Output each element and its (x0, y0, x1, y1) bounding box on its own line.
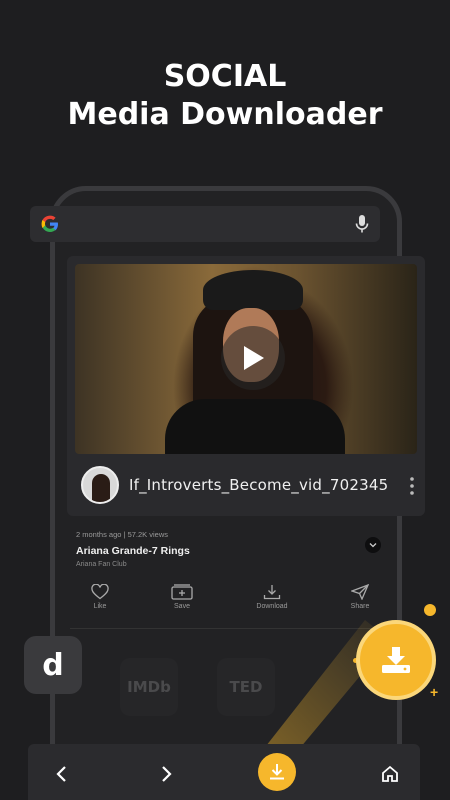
download-icon (270, 764, 284, 780)
floating-download-button[interactable] (356, 620, 436, 700)
share-label: Share (350, 603, 370, 610)
chevron-left-icon (56, 766, 66, 782)
expand-button[interactable] (365, 537, 381, 553)
dailymotion-logo[interactable]: d (24, 636, 82, 694)
save-button[interactable]: Save (152, 584, 212, 610)
nav-download-button[interactable] (258, 753, 296, 791)
video-meta: 2 months ago | 57.2K views (76, 530, 168, 539)
site-tile-ted[interactable]: TED (217, 658, 275, 716)
search-bar[interactable] (30, 206, 380, 242)
video-card: If_Introverts_Become_vid_702345 (67, 256, 425, 516)
avatar[interactable] (81, 466, 119, 504)
share-button[interactable]: Share (330, 584, 390, 610)
site-tile-imdb[interactable]: IMDb (120, 658, 178, 716)
decor-plus: + (430, 684, 439, 700)
bottom-nav-bar (28, 744, 420, 800)
save-icon (171, 584, 193, 600)
video-info-row: If_Introverts_Become_vid_702345 (67, 462, 425, 510)
video-title: If_Introverts_Become_vid_702345 (129, 476, 389, 494)
video-thumbnail[interactable] (75, 264, 417, 454)
headline-line2: Media Downloader (67, 97, 383, 132)
play-icon (244, 346, 264, 370)
send-icon (351, 584, 369, 600)
song-title: Ariana Grande-7 Rings (76, 545, 190, 557)
download-label: Download (256, 603, 288, 610)
channel-name: Ariana Fan Club (76, 561, 127, 568)
microphone-icon[interactable] (354, 214, 370, 234)
headline: SOCIAL Media Downloader (0, 58, 450, 134)
divider (70, 628, 390, 629)
chevron-right-icon (162, 766, 172, 782)
decor-dot (424, 604, 436, 616)
like-button[interactable]: Like (70, 584, 130, 610)
like-label: Like (93, 603, 107, 610)
home-icon (382, 765, 398, 782)
site-imdb-label: IMDb (127, 678, 171, 696)
heart-icon (91, 584, 109, 600)
google-g-icon (40, 214, 60, 234)
play-button[interactable] (221, 326, 285, 390)
more-vertical-icon[interactable] (409, 476, 415, 496)
back-button[interactable] (52, 764, 72, 784)
headline-line1: SOCIAL (163, 59, 287, 94)
forward-button[interactable] (156, 764, 176, 784)
site-ted-label: TED (229, 678, 263, 696)
download-button[interactable]: Download (242, 584, 302, 610)
download-icon (263, 585, 281, 600)
chevron-down-icon (369, 543, 377, 548)
download-tray-icon (382, 647, 410, 673)
home-button[interactable] (380, 764, 400, 784)
app-logo-letter: d (42, 647, 64, 683)
save-label: Save (174, 603, 190, 610)
